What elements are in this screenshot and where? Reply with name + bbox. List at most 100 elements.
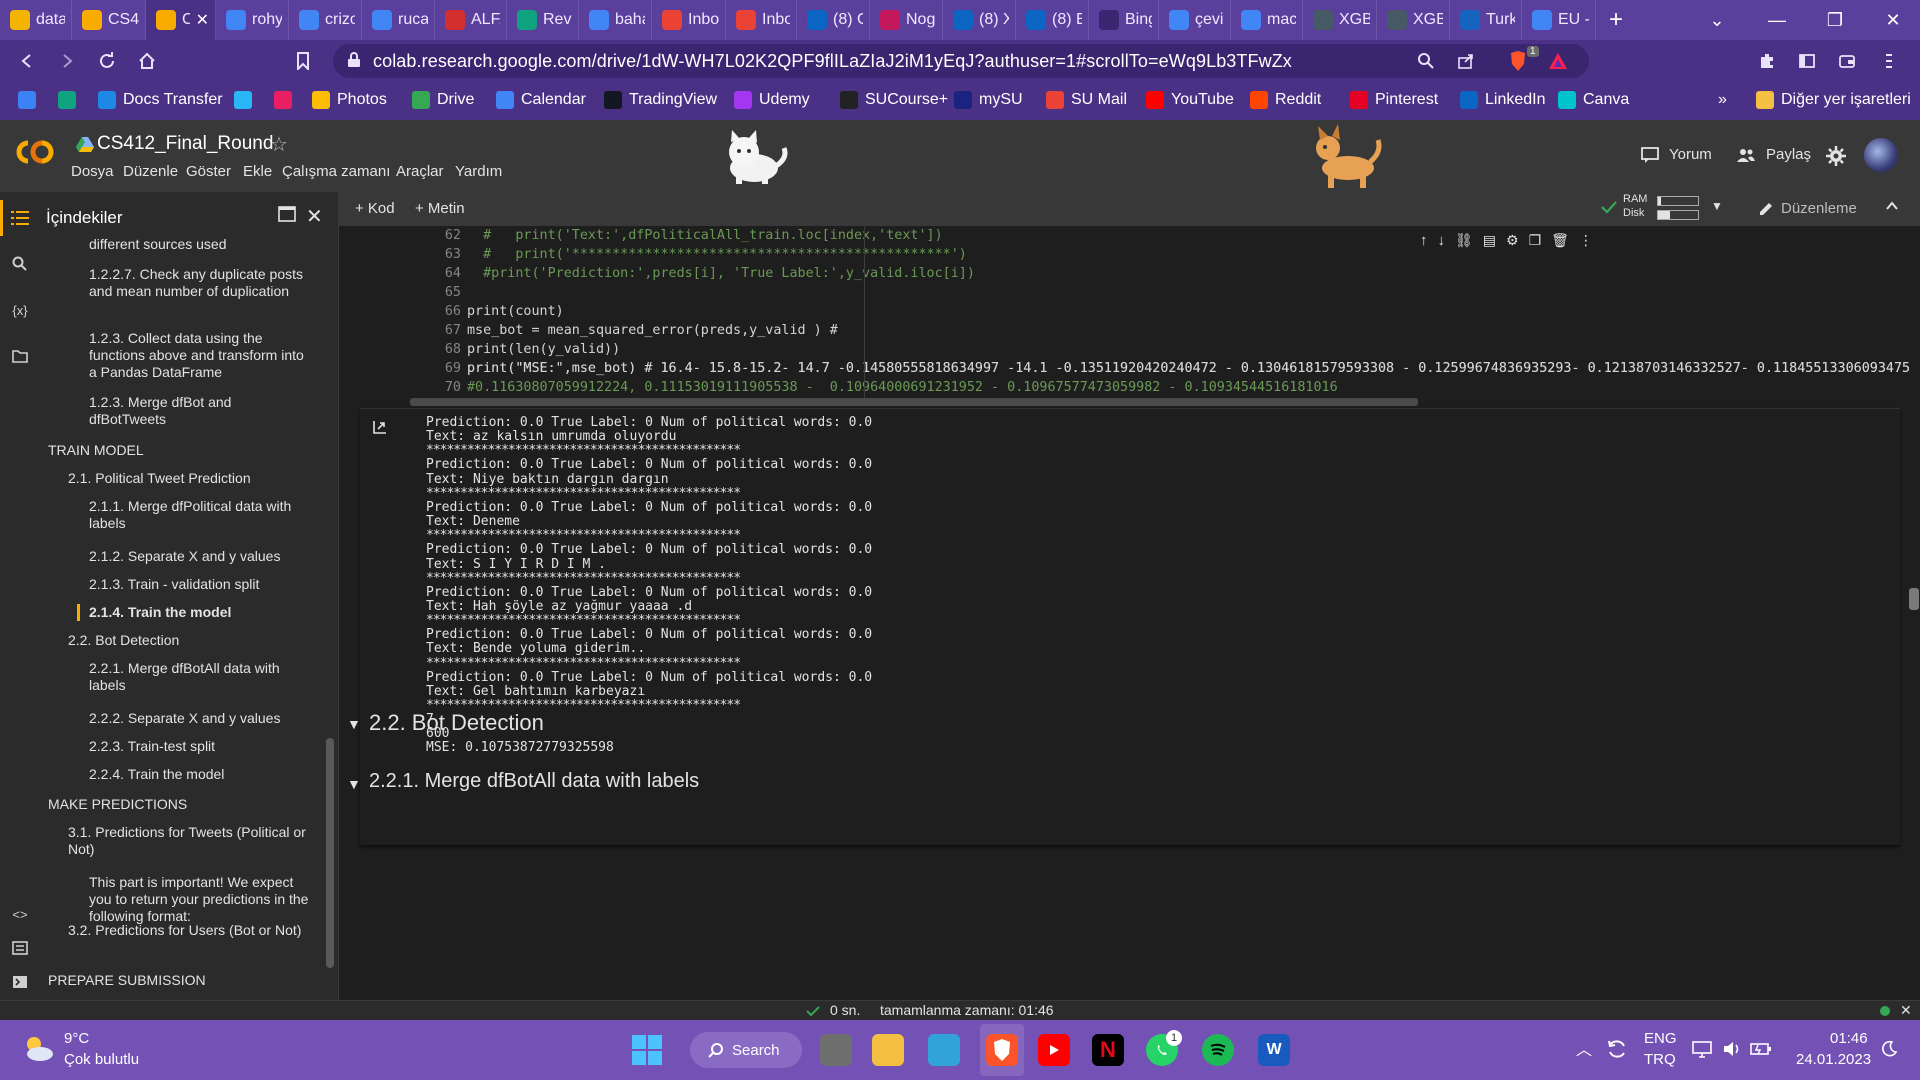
brave-shield-icon[interactable]: [1507, 50, 1529, 72]
toc-item[interactable]: MAKE PREDICTIONS: [48, 796, 310, 812]
mirror-cell-icon[interactable]: ❐: [1529, 232, 1542, 249]
toc-item[interactable]: 1.2.3. Merge dfBot and dfBotTweets: [89, 394, 310, 428]
browser-menu-icon[interactable]: [1876, 48, 1902, 74]
menu-item[interactable]: Göster: [186, 163, 231, 180]
file-explorer-icon[interactable]: [872, 1034, 904, 1066]
home-icon[interactable]: [134, 48, 160, 74]
new-tab-button[interactable]: +: [1596, 0, 1636, 40]
zoom-icon[interactable]: [1415, 50, 1437, 72]
taskbar-search[interactable]: Search: [690, 1032, 802, 1068]
sidebar-icon[interactable]: [1794, 48, 1820, 74]
toc-item[interactable]: 2.2. Bot Detection: [68, 632, 310, 649]
toc-item[interactable]: 2.1.3. Train - validation split: [89, 576, 310, 593]
bookmark-item[interactable]: LinkedIn: [1460, 91, 1546, 109]
toc-item[interactable]: different sources used: [89, 236, 310, 253]
browser-tab[interactable]: Nog: [870, 0, 943, 40]
star-icon[interactable]: ☆: [270, 132, 288, 157]
bookmark-item[interactable]: Pinterest: [1350, 91, 1438, 109]
menu-item[interactable]: Dosya: [71, 163, 114, 180]
runtime-dropdown-icon[interactable]: ▼: [1711, 199, 1723, 213]
minimize-icon[interactable]: —: [1748, 0, 1806, 40]
toc-item[interactable]: 2.1.2. Separate X and y values: [89, 548, 310, 565]
input-lang-top[interactable]: ENG: [1644, 1030, 1677, 1047]
menu-item[interactable]: Araçlar: [396, 163, 444, 180]
netflix-icon[interactable]: N: [1092, 1034, 1124, 1066]
sync-icon[interactable]: [1606, 1038, 1628, 1065]
reload-icon[interactable]: [94, 48, 120, 74]
browser-tab[interactable]: (8) G: [797, 0, 870, 40]
settings-gear-icon[interactable]: [1826, 146, 1846, 171]
move-down-icon[interactable]: ↓: [1438, 232, 1446, 249]
bookmarks-overflow-button[interactable]: »: [1718, 91, 1727, 109]
word-icon[interactable]: W: [1258, 1034, 1290, 1066]
browser-tab[interactable]: Inbo: [726, 0, 797, 40]
toc-item[interactable]: 2.2.1. Merge dfBotAll data with labels: [89, 660, 310, 694]
bookmark-item[interactable]: [274, 91, 292, 109]
tray-expand-icon[interactable]: ︿: [1576, 1036, 1592, 1060]
brave-browser-icon[interactable]: [986, 1034, 1018, 1066]
browser-tab[interactable]: EU -: [1522, 0, 1596, 40]
bookmark-page-icon[interactable]: [290, 48, 316, 74]
code-snippets-icon[interactable]: <>: [10, 904, 30, 924]
cell-settings-icon[interactable]: ⚙: [1506, 232, 1519, 249]
collapse-header-icon[interactable]: [1885, 199, 1899, 218]
browser-tab[interactable]: ALFA: [435, 0, 507, 40]
more-options-icon[interactable]: ⋮: [1579, 232, 1593, 249]
toc-item[interactable]: 2.1.4. Train the model: [89, 604, 310, 621]
browser-tab[interactable]: mac: [1231, 0, 1303, 40]
toc-item[interactable]: 2.1. Political Tweet Prediction: [68, 470, 310, 487]
browser-tab[interactable]: ruca: [362, 0, 435, 40]
browser-tab[interactable]: Bing: [1089, 0, 1159, 40]
clock-date[interactable]: 24.01.2023: [1796, 1051, 1871, 1068]
browser-tab[interactable]: XGB: [1303, 0, 1377, 40]
other-bookmarks[interactable]: Diğer yer işaretleri: [1756, 91, 1911, 109]
weather-icon[interactable]: [20, 1032, 56, 1069]
tab-search-icon[interactable]: ⌄: [1688, 0, 1746, 40]
spotify-icon[interactable]: [1202, 1034, 1234, 1066]
toc-scrollbar[interactable]: [326, 738, 334, 968]
browser-tab[interactable]: çevir: [1159, 0, 1231, 40]
browser-tab[interactable]: CS41: [72, 0, 146, 40]
open-tab-icon[interactable]: [278, 206, 296, 227]
forward-icon[interactable]: [54, 48, 80, 74]
notebook-scrollbar[interactable]: [1909, 588, 1919, 610]
notebook-title[interactable]: CS412_Final_Round: [97, 133, 273, 155]
toc-item[interactable]: 1.2.3. Collect data using the functions …: [89, 330, 310, 381]
browser-tab[interactable]: rohy: [216, 0, 289, 40]
menu-item[interactable]: Çalışma zamanı: [282, 163, 390, 180]
bookmark-item[interactable]: Canva: [1558, 91, 1629, 109]
toc-item[interactable]: PREPARE SUBMISSION: [48, 972, 310, 988]
delete-cell-icon[interactable]: 🗑: [1551, 232, 1569, 249]
address-bar[interactable]: colab.research.google.com/drive/1dW-WH7L…: [333, 44, 1589, 78]
toc-item[interactable]: 1.2.2.7. Check any duplicate posts and m…: [89, 266, 310, 300]
add-text-button[interactable]: + Metin: [415, 200, 465, 217]
browser-tab[interactable]: Revic: [507, 0, 579, 40]
browser-tab[interactable]: data: [0, 0, 72, 40]
move-up-icon[interactable]: ↑: [1420, 232, 1428, 249]
folder-icon[interactable]: [10, 346, 30, 366]
extensions-icon[interactable]: [1754, 48, 1780, 74]
bookmark-item[interactable]: SUCourse+: [840, 91, 948, 109]
toc-item[interactable]: 2.1.1. Merge dfPolitical data with label…: [89, 498, 310, 532]
battery-icon[interactable]: [1750, 1040, 1772, 1063]
bookmark-item[interactable]: mySU: [954, 91, 1023, 109]
toc-item[interactable]: 2.2.3. Train-test split: [89, 738, 310, 755]
bookmark-item[interactable]: [234, 91, 252, 109]
browser-tab[interactable]: baha: [579, 0, 652, 40]
toc-item[interactable]: 2.2.4. Train the model: [89, 766, 310, 783]
do-not-disturb-icon[interactable]: [1880, 1040, 1898, 1063]
browser-tab[interactable]: XGB: [1377, 0, 1450, 40]
bookmark-item[interactable]: TradingView: [604, 91, 717, 109]
variables-icon[interactable]: {x}: [10, 300, 30, 320]
collapse-section-icon[interactable]: ▼: [347, 716, 361, 732]
close-icon[interactable]: ✕: [306, 204, 323, 229]
comment-button[interactable]: Yorum: [1641, 146, 1712, 163]
link-icon[interactable]: ⛓: [1455, 232, 1473, 249]
volume-icon[interactable]: [1722, 1040, 1742, 1063]
collapse-subsection-icon[interactable]: ▼: [347, 776, 361, 792]
menu-item[interactable]: Düzenle: [123, 163, 178, 180]
close-tab-icon[interactable]: ✕: [196, 10, 209, 30]
terminal-icon[interactable]: [10, 972, 30, 992]
share-button[interactable]: Paylaş: [1736, 146, 1811, 163]
windows-start-icon[interactable]: [632, 1035, 662, 1070]
